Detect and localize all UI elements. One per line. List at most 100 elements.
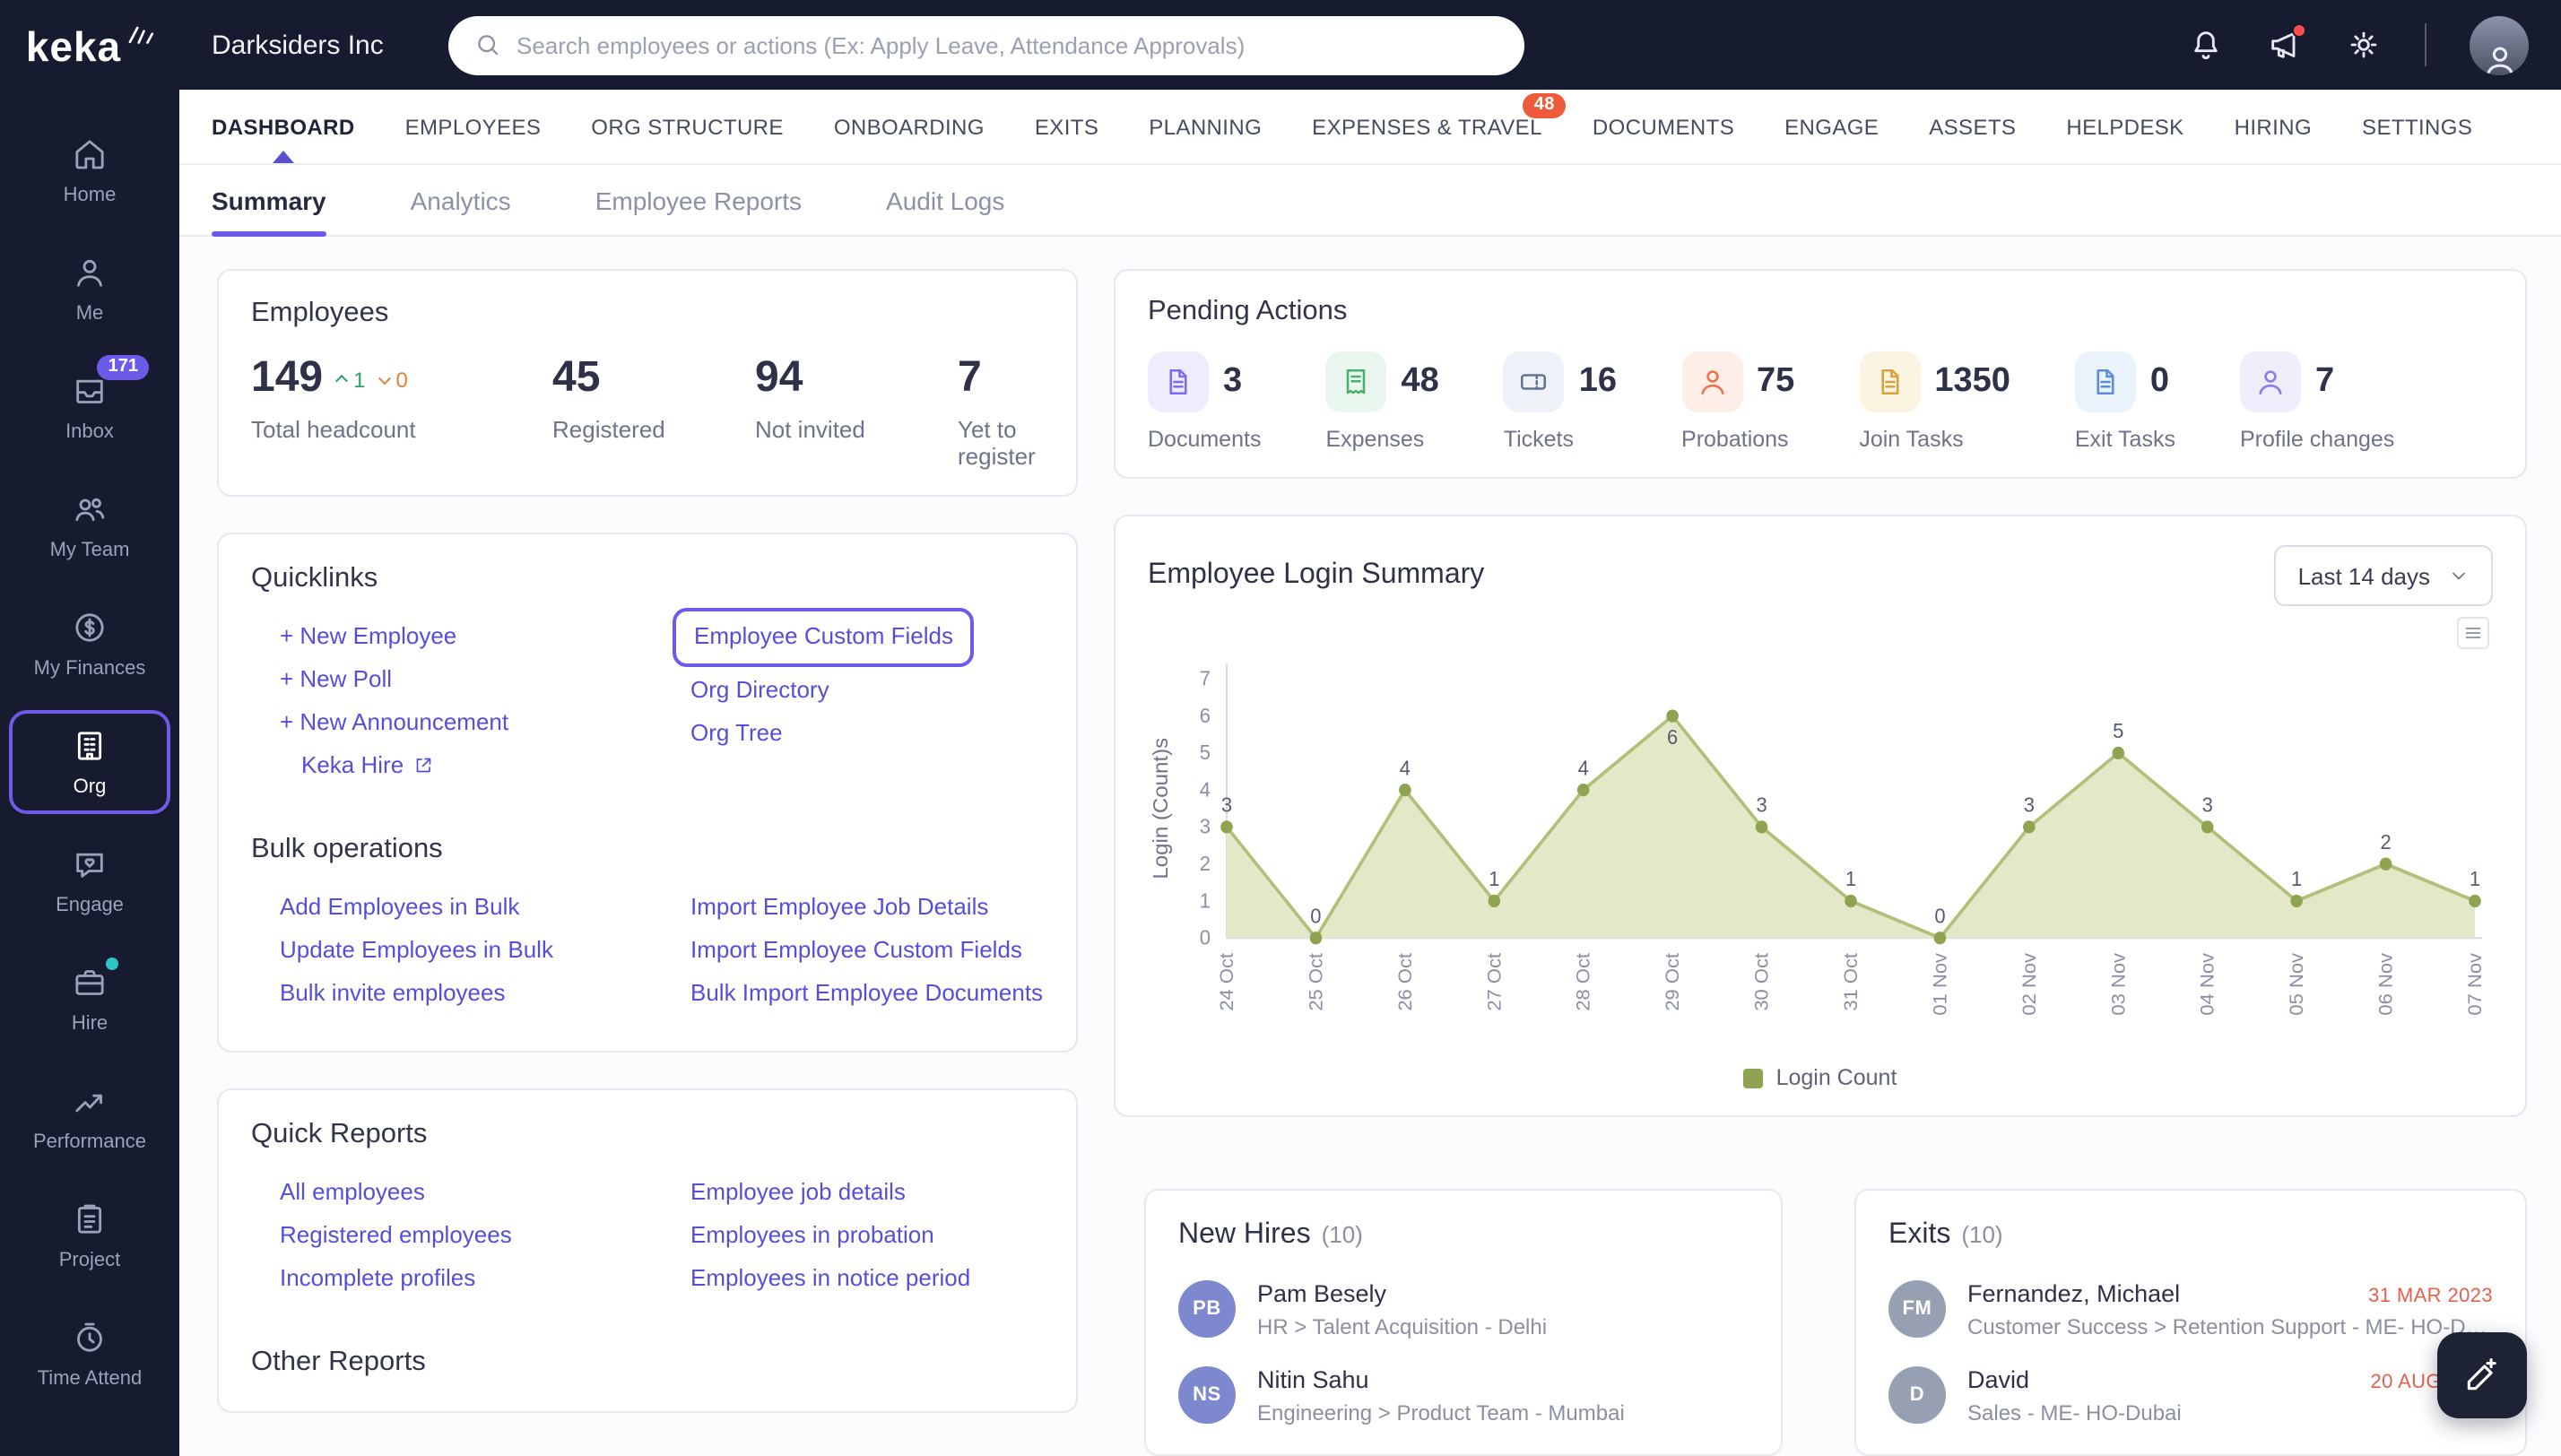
nav-tab[interactable]: EXITS	[1035, 90, 1098, 163]
sidebar-item-label: My Finances	[33, 657, 146, 679]
sidebar-item[interactable]: Time Attend	[0, 1295, 179, 1413]
nav-tab[interactable]: DASHBOARD	[212, 90, 355, 163]
join-tasks-icon	[1859, 351, 1921, 412]
report-link[interactable]: Employees in probation	[690, 1218, 934, 1254]
global-search[interactable]	[448, 15, 1524, 74]
quicklink[interactable]: Org Directory	[690, 673, 829, 709]
nav-tab[interactable]: EMPLOYEES	[405, 90, 542, 163]
report-link[interactable]: Incomplete profiles	[280, 1261, 475, 1297]
exits-card: Exits (10) FM Fernandez, Michael 31 MAR …	[1854, 1189, 2527, 1456]
new-hire-row[interactable]: PB Pam Besely HR > Talent Acquisition - …	[1178, 1280, 1749, 1339]
svg-text:5: 5	[1200, 741, 1211, 765]
svg-text:03 Nov: 03 Nov	[2108, 953, 2129, 1016]
report-link[interactable]: Employee job details	[690, 1175, 906, 1211]
exit-row[interactable]: D David 20 AUG 2023 Sales - ME- HO-Dubai	[1888, 1366, 2493, 1426]
keka-logo[interactable]: keka	[0, 0, 179, 93]
pending-action-item[interactable]: 1350 Join Tasks	[1859, 351, 2010, 452]
nav-tab[interactable]: ENGAGE	[1784, 90, 1879, 163]
sidebar-item[interactable]: 171 Inbox	[0, 348, 179, 466]
nav-tab-label: ORG STRUCTURE	[591, 114, 784, 139]
svg-text:27 Oct: 27 Oct	[1484, 953, 1505, 1011]
documents-icon	[1148, 351, 1209, 412]
sub-tab[interactable]: Audit Logs	[886, 165, 1004, 235]
search-input[interactable]	[517, 31, 1499, 58]
exit-row[interactable]: FM Fernandez, Michael 31 MAR 2023 Custom…	[1888, 1280, 2493, 1339]
date-range-select[interactable]: Last 14 days	[2274, 545, 2493, 606]
svg-text:3: 3	[1221, 793, 1232, 817]
pending-action-item[interactable]: 7 Profile changes	[2239, 351, 2394, 452]
sidebar-item[interactable]: Me	[0, 230, 179, 348]
notifications-bell-icon[interactable]	[2188, 27, 2224, 63]
nav-tab[interactable]: ORG STRUCTURE	[591, 90, 784, 163]
sidebar-item[interactable]: Home	[0, 111, 179, 230]
user-avatar[interactable]	[2470, 15, 2529, 74]
pending-action-item[interactable]: 48 Expenses	[1325, 351, 1439, 452]
svg-text:07 Nov: 07 Nov	[2464, 953, 2485, 1016]
sidebar-item[interactable]: Org	[0, 703, 179, 821]
up-chevron-icon	[335, 373, 349, 387]
bulk-operation-link[interactable]: Bulk invite employees	[280, 976, 505, 1012]
pending-action-item[interactable]: 3 Documents	[1148, 351, 1261, 452]
employee-detail: HR > Talent Acquisition - Delhi	[1257, 1314, 1548, 1339]
announcements-megaphone-icon[interactable]	[2267, 23, 2306, 63]
sub-tab[interactable]: Analytics	[411, 165, 511, 235]
sidebar-item[interactable]: My Team	[0, 466, 179, 585]
sidebar-item[interactable]: Hire	[0, 940, 179, 1058]
quick-actions-fab[interactable]	[2437, 1332, 2527, 1418]
nav-tab[interactable]: EXPENSES & TRAVEL 48	[1312, 90, 1566, 163]
sidebar-item[interactable]: Engage	[0, 821, 179, 940]
quicklink[interactable]: Org Tree	[690, 716, 783, 752]
reports-column-1: All employees Registered employees Incom…	[280, 1175, 690, 1304]
nav-tab[interactable]: SETTINGS	[2362, 90, 2472, 163]
pending-action-item[interactable]: 75 Probations	[1681, 351, 1794, 452]
sub-tab[interactable]: Summary	[212, 165, 326, 237]
bulk-operation-link[interactable]: Add Employees in Bulk	[280, 890, 519, 926]
quicklink[interactable]: Keka Hire	[301, 749, 434, 784]
stat-label: Total headcount	[251, 416, 416, 444]
chart-menu-icon[interactable]	[2457, 617, 2489, 649]
new-hires-title: New Hires	[1178, 1219, 1311, 1250]
nav-tab-label: EXPENSES & TRAVEL	[1312, 114, 1542, 139]
pending-actions-title: Pending Actions	[1148, 296, 1348, 326]
sidebar-item[interactable]: Project	[0, 1176, 179, 1295]
sidebar-item[interactable]: My Finances	[0, 585, 179, 703]
sidebar-item-label: Time Attend	[37, 1367, 143, 1389]
report-link[interactable]: Registered employees	[280, 1218, 512, 1254]
bulk-operation-link[interactable]: Import Employee Job Details	[690, 890, 988, 926]
employee-detail: Sales - ME- HO-Dubai	[1967, 1400, 2182, 1426]
svg-text:Login (Count)s: Login (Count)s	[1149, 738, 1171, 880]
bulk-operation-link[interactable]: Import Employee Custom Fields	[690, 933, 1022, 969]
svg-text:1: 1	[1200, 889, 1211, 913]
quicklink[interactable]: + New Employee	[280, 620, 456, 655]
stat-value: 149	[251, 353, 324, 402]
pending-action-item[interactable]: 16 Tickets	[1503, 351, 1617, 452]
pending-action-count: 0	[2149, 362, 2170, 400]
nav-tab[interactable]: HIRING	[2235, 90, 2312, 163]
sub-tab-label: Audit Logs	[886, 186, 1005, 214]
quicklink[interactable]: + New Poll	[280, 663, 392, 698]
sub-tab[interactable]: Employee Reports	[595, 165, 802, 235]
nav-tab[interactable]: HELPDESK	[2066, 90, 2183, 163]
exit-tasks-icon	[2074, 351, 2136, 412]
new-hire-row[interactable]: NS Nitin Sahu Engineering > Product Team…	[1178, 1366, 1749, 1426]
quicklink[interactable]: Employee Custom Fields	[673, 608, 973, 668]
settings-gear-icon[interactable]	[2346, 27, 2382, 63]
nav-tab[interactable]: ASSETS	[1929, 90, 2016, 163]
quick-reports-card: Quick Reports All employees Registered e…	[217, 1088, 1078, 1414]
svg-text:3: 3	[2202, 793, 2213, 817]
svg-text:6: 6	[1667, 726, 1678, 750]
nav-tab[interactable]: PLANNING	[1149, 90, 1262, 163]
quicklinks-column-1: + New Employee + New Poll + New Announce…	[280, 620, 690, 792]
nav-tab[interactable]: ONBOARDING	[834, 90, 985, 163]
svg-text:29 Oct: 29 Oct	[1662, 953, 1683, 1011]
svg-text:4: 4	[1200, 778, 1211, 802]
bulk-operation-link[interactable]: Update Employees in Bulk	[280, 933, 553, 969]
quicklink[interactable]: + New Announcement	[280, 706, 508, 741]
report-link[interactable]: All employees	[280, 1175, 425, 1211]
nav-tab[interactable]: DOCUMENTS	[1593, 90, 1734, 163]
sub-tab-label: Analytics	[410, 186, 511, 214]
bulk-operation-link[interactable]: Bulk Import Employee Documents	[690, 976, 1043, 1012]
sidebar-item[interactable]: Performance	[0, 1058, 179, 1176]
report-link[interactable]: Employees in notice period	[690, 1261, 970, 1297]
pending-action-item[interactable]: 0 Exit Tasks	[2074, 351, 2175, 452]
